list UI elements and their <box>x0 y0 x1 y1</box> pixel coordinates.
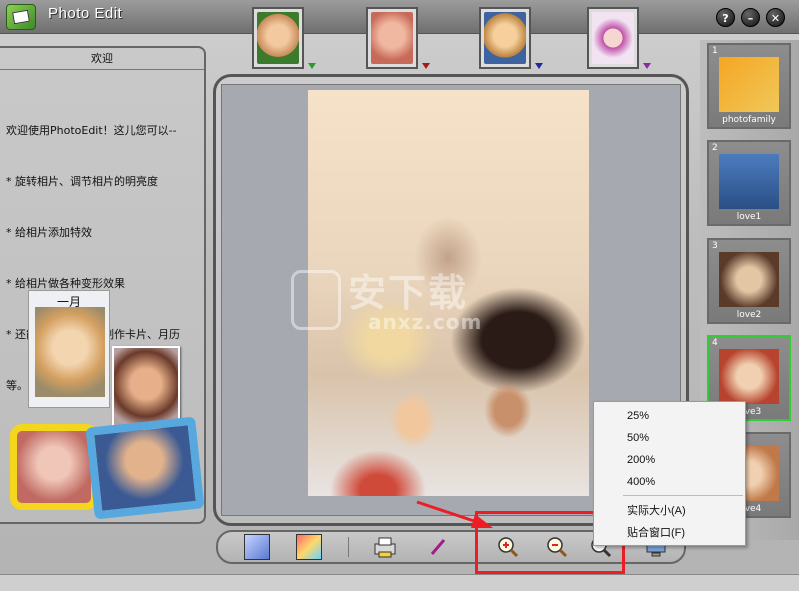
printer-icon <box>374 537 396 558</box>
welcome-line: * 旋转相片、调节相片的明亮度 <box>6 175 158 188</box>
watermark-domain: anxz.com <box>368 310 483 334</box>
film-label: photofamily <box>722 115 776 125</box>
dropdown-arrow-icon[interactable] <box>308 63 316 69</box>
toolbar-divider <box>348 537 349 557</box>
menu-item-50[interactable]: 50% <box>594 427 745 449</box>
yellow-frame-sample <box>10 424 98 510</box>
print-button[interactable] <box>372 534 398 560</box>
film-thumbnail <box>719 154 779 209</box>
cards-frames-thumbnail <box>592 12 634 64</box>
edit-button[interactable] <box>425 534 451 560</box>
film-label: love2 <box>736 310 762 320</box>
welcome-line: * 给相片添加特效 <box>6 226 92 239</box>
menu-item-200[interactable]: 200% <box>594 449 745 471</box>
dropdown-arrow-icon[interactable] <box>643 63 651 69</box>
gallery-button[interactable] <box>296 534 322 560</box>
menu-item-400[interactable]: 400% <box>594 471 745 493</box>
tab-adjust-photo[interactable] <box>252 7 316 69</box>
film-number: 3 <box>712 241 718 251</box>
tab-distort-effects[interactable] <box>479 7 543 69</box>
watermark-brand: 安下载 <box>348 271 469 315</box>
film-item[interactable]: 3 love2 <box>707 238 791 324</box>
tab-cards-frames[interactable] <box>587 7 651 69</box>
film-number: 4 <box>712 338 718 348</box>
menu-item-actual-size[interactable]: 实际大小(A) <box>594 500 745 522</box>
tab-special-effects[interactable] <box>366 7 430 69</box>
film-thumbnail <box>719 349 779 404</box>
status-bar <box>0 574 799 591</box>
zoom-menu: 25% 50% 200% 400% 实际大小(A) 贴合窗口(F) <box>593 401 746 546</box>
minimize-button[interactable]: – <box>741 8 760 27</box>
sample-collage: 一月 <box>8 290 205 520</box>
menu-divider <box>623 495 743 496</box>
welcome-header: 欢迎 <box>0 48 204 70</box>
blue-frame-sample <box>85 416 205 520</box>
distort-effects-thumbnail <box>484 12 526 64</box>
film-number: 2 <box>712 143 718 153</box>
close-button[interactable]: ✕ <box>766 8 785 27</box>
open-file-button[interactable] <box>244 534 270 560</box>
help-button[interactable]: ? <box>716 8 735 27</box>
app-window: Photo Edit ? – ✕ 欢迎 欢迎使用PhotoEdit！这儿您可以-… <box>0 0 799 591</box>
dropdown-arrow-icon[interactable] <box>535 63 543 69</box>
pen-icon <box>430 539 446 555</box>
menu-item-fit-window[interactable]: 贴合窗口(F) <box>594 522 745 544</box>
app-logo-icon <box>6 4 36 30</box>
menu-item-25[interactable]: 25% <box>594 405 745 427</box>
welcome-line: 欢迎使用PhotoEdit！这儿您可以-- <box>6 124 177 137</box>
film-number: 1 <box>712 46 718 56</box>
film-label: love1 <box>736 212 762 222</box>
film-item[interactable]: 2 love1 <box>707 140 791 226</box>
child-photo <box>112 346 180 430</box>
adjust-photo-thumbnail <box>257 12 299 64</box>
film-item[interactable]: 1 photofamily <box>707 43 791 129</box>
special-effects-thumbnail <box>371 12 413 64</box>
film-thumbnail <box>719 252 779 307</box>
dropdown-arrow-icon[interactable] <box>422 63 430 69</box>
watermark-logo-icon <box>291 270 341 330</box>
calendar-sample: 一月 <box>28 290 110 408</box>
app-title: Photo Edit <box>48 5 123 22</box>
child-photo <box>35 307 105 397</box>
film-thumbnail <box>719 57 779 112</box>
